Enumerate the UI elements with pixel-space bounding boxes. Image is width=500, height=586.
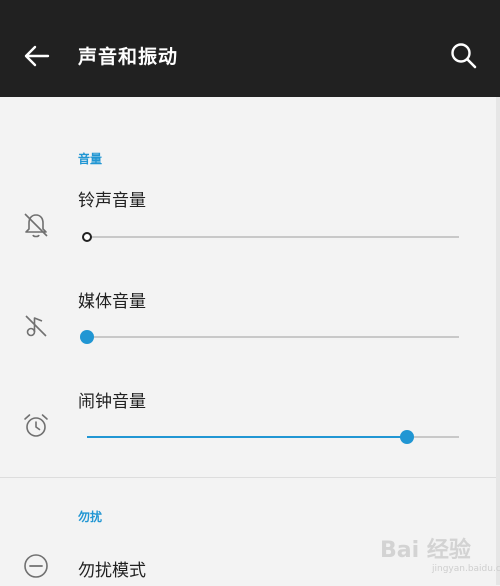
settings-list: 音量 铃声音量 媒体音量 闹钟音量 勿扰 勿扰模式 [0,97,500,585]
scrollbar[interactable] [496,97,500,585]
section-header-volume: 音量 [78,152,103,166]
page-title: 声音和振动 [78,46,179,68]
bell-off-icon [20,209,52,241]
alarm-clock-icon [20,410,52,442]
arrow-back-icon [24,45,50,67]
alarm-volume-slider[interactable] [87,427,459,447]
alarm-volume-label: 闹钟音量 [78,392,146,412]
slider-track [87,336,459,338]
search-button[interactable] [446,38,482,74]
watermark-url: jingyan.baidu.com [432,564,500,574]
media-volume-label: 媒体音量 [78,292,146,312]
back-button[interactable] [18,38,54,74]
search-icon [451,43,477,69]
ringtone-volume-label: 铃声音量 [78,191,146,211]
section-divider [0,477,500,478]
media-volume-slider[interactable] [80,327,459,347]
section-header-dnd: 勿扰 [78,510,103,524]
slider-fill [87,436,407,438]
slider-thumb[interactable] [80,330,94,344]
music-off-icon [20,310,52,342]
watermark-logo: Bai 经验 [380,538,471,563]
slider-thumb[interactable] [400,430,414,444]
dnd-mode-item[interactable]: 勿扰模式 [78,556,146,581]
minus-circle-icon [20,550,52,582]
slider-thumb[interactable] [82,232,92,242]
slider-track [87,236,459,238]
ringtone-volume-slider[interactable] [82,227,459,247]
app-bar: 声音和振动 [0,0,500,97]
